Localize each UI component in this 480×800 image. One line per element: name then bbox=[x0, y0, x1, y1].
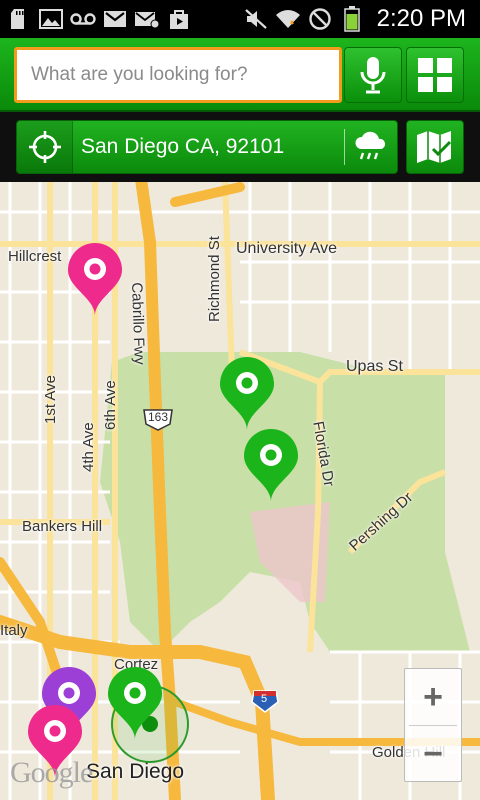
voice-search-button[interactable] bbox=[344, 47, 402, 103]
gmail-icon bbox=[102, 8, 128, 30]
status-bar: 2:20 PM bbox=[0, 0, 480, 38]
categories-button[interactable] bbox=[406, 47, 464, 103]
mute-icon bbox=[243, 8, 269, 30]
map-label-i5: 5 bbox=[261, 693, 268, 705]
current-location-button[interactable] bbox=[17, 121, 73, 173]
map-pin-green[interactable] bbox=[106, 666, 164, 742]
zoom-out-button[interactable]: − bbox=[405, 726, 461, 782]
battery-icon bbox=[339, 6, 365, 32]
map-label-university-ave: University Ave bbox=[236, 240, 338, 257]
map-pin-pink[interactable] bbox=[66, 242, 124, 318]
map-label-cabrillo-fwy: Cabrillo Fwy bbox=[128, 282, 148, 366]
search-toolbar bbox=[0, 38, 480, 112]
location-text: San Diego CA, 92101 bbox=[81, 135, 285, 158]
map-pin-green[interactable] bbox=[218, 356, 276, 432]
google-logo: Google bbox=[10, 756, 93, 789]
zoom-controls: + − bbox=[404, 668, 462, 782]
map-label-italy: Italy bbox=[0, 622, 28, 639]
status-time: 2:20 PM bbox=[376, 5, 466, 32]
rain-cloud-icon bbox=[355, 131, 386, 160]
map-label-richmond-st: Richmond St bbox=[206, 236, 223, 322]
grid-icon bbox=[418, 58, 452, 92]
map-label-163: 163 bbox=[148, 410, 169, 424]
folded-map-icon bbox=[417, 131, 452, 163]
crosshair-icon bbox=[28, 131, 61, 163]
map-pin-green[interactable] bbox=[242, 428, 300, 504]
map-label-upas-st: Upas St bbox=[346, 358, 403, 375]
map-label-hillcrest: Hillcrest bbox=[8, 248, 62, 265]
sd-card-icon bbox=[6, 8, 32, 30]
play-store-icon bbox=[166, 8, 192, 30]
map-view-button[interactable] bbox=[406, 120, 464, 174]
no-signal-icon bbox=[307, 8, 333, 30]
map-label-6th-ave: 6th Ave bbox=[102, 380, 119, 430]
app-root: 2:20 PM What are you looking for? San Di… bbox=[0, 0, 480, 800]
map-label-4th-ave: 4th Ave bbox=[80, 422, 97, 472]
map-label-bankers-hill: Bankers Hill bbox=[22, 518, 103, 535]
microphone-icon bbox=[360, 57, 386, 94]
image-icon bbox=[38, 8, 64, 30]
wifi-icon bbox=[275, 8, 301, 30]
search-input[interactable] bbox=[31, 64, 339, 86]
email-icon bbox=[134, 8, 160, 30]
location-selector[interactable]: San Diego CA, 92101 bbox=[16, 120, 398, 174]
voicemail-icon bbox=[70, 8, 96, 30]
weather-button[interactable] bbox=[345, 121, 397, 173]
zoom-in-button[interactable]: + bbox=[405, 669, 461, 725]
search-box[interactable] bbox=[14, 47, 342, 103]
map-label-1st-ave: 1st Ave bbox=[42, 375, 59, 424]
location-bar: San Diego CA, 92101 bbox=[0, 112, 480, 182]
